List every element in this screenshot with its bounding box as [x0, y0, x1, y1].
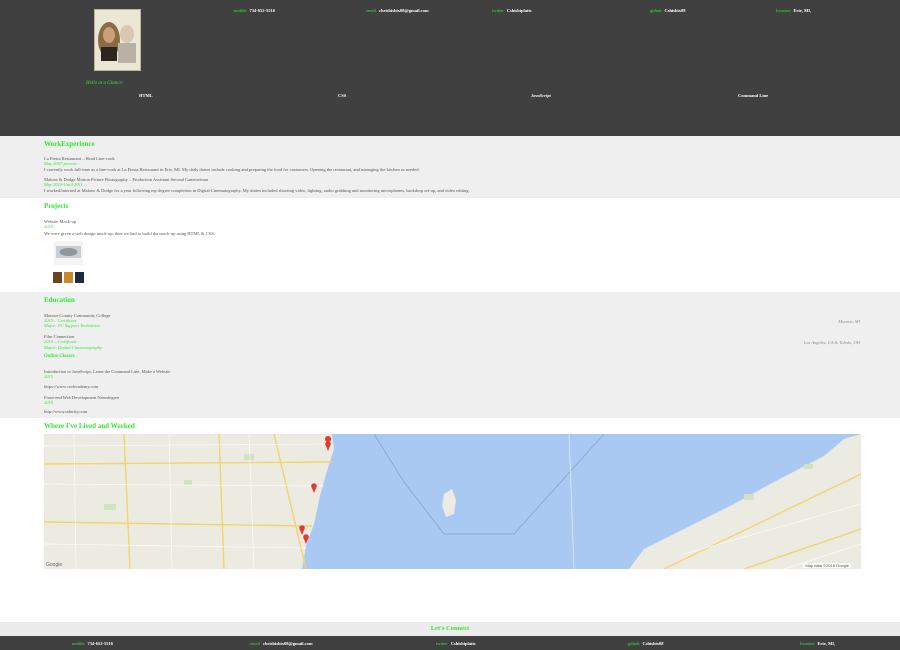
contact-value: Erie, MI,: [817, 641, 836, 646]
map-title: Where I've Lived and Worked: [44, 422, 135, 430]
contact-value: chrisbishix08@gmail.com: [263, 641, 313, 646]
contact-value: Cshisbiplatis: [506, 8, 532, 13]
contact-value: 734-652-5516: [249, 8, 276, 13]
header-contact-email[interactable]: email chrisbishix08@gmail.com: [366, 8, 429, 13]
work-title: WorkExperience: [44, 140, 95, 148]
skill-html: HTML: [139, 93, 153, 98]
contact-label: email: [366, 8, 376, 13]
contact-label: location: [776, 8, 791, 13]
footer-contact-github[interactable]: github Cshishix08: [628, 641, 664, 646]
footer-contact-twitter[interactable]: twitter Cshisbiplatis: [436, 641, 476, 646]
hello-heading: Hello at a Glance:: [86, 81, 124, 86]
school-major: Major: PC Support Technician: [44, 323, 100, 328]
contact-label: twitter: [436, 641, 448, 646]
school-dates: 2010 – Certificate: [44, 339, 77, 344]
header-contact-github[interactable]: github Cshishix08: [650, 8, 686, 13]
job-description: I currently work full-time as a line-coo…: [44, 167, 420, 172]
projects-title: Projects: [44, 202, 69, 210]
header-contact-location[interactable]: location Erie, MI,: [776, 8, 811, 13]
job-description: I worked/interned at Malone & Dodge for …: [44, 188, 470, 193]
footer: mobile 734-652-5516 email chrisbishix08@gm…: [0, 636, 900, 650]
school-major: Major: Digital Cinematography: [44, 345, 102, 350]
header: mobile 734-652-5516 email chrisbishix08@gm…: [0, 0, 900, 136]
footer-contact-location[interactable]: location Erie, MI,: [800, 641, 835, 646]
footer-title-band: Let's Connect: [0, 622, 900, 636]
contact-label: mobile: [72, 641, 85, 646]
map-attribution-logo: Google: [46, 562, 63, 568]
project-thumbnail[interactable]: [53, 241, 84, 283]
contact-label: location: [800, 641, 815, 646]
contact-label: github: [628, 641, 640, 646]
contact-value: chrisbishix08@gmail.com: [379, 8, 429, 13]
project-year: 2015: [44, 224, 53, 229]
contact-label: email: [250, 641, 260, 646]
skill-command-line: Command Line: [738, 93, 769, 98]
online-class-name: Front-end Web Development Nanodegree: [44, 395, 120, 400]
footer-contact-email[interactable]: email chrisbishix08@gmail.com: [250, 641, 313, 646]
contact-value: Erie, MI,: [793, 8, 812, 13]
profile-photo: [94, 9, 141, 71]
header-contact-twitter[interactable]: twitter Cshisbiplatis: [492, 8, 532, 13]
online-class-url[interactable]: http://www.udacity.com: [44, 409, 87, 414]
online-classes-title: Online Classes: [44, 354, 75, 359]
school-location: Monroe, MI: [838, 319, 860, 324]
map-attribution: Map data ©2016 Google: [803, 563, 851, 568]
contact-value: 734-652-5516: [87, 641, 114, 646]
skill-javascript: JavaScript: [531, 93, 551, 98]
contact-label: twitter: [492, 8, 504, 13]
contact-value: Cshishix08: [642, 641, 664, 646]
footer-contact-mobile[interactable]: mobile 734-652-5516: [72, 641, 113, 646]
online-class-year: 2015: [44, 400, 53, 405]
online-class-url[interactable]: https://www.codecademy.com: [44, 384, 98, 389]
google-map[interactable]: Google Map data ©2016 Google: [44, 434, 861, 569]
contact-label: github: [650, 8, 662, 13]
contact-value: Cshisbiplatis: [450, 641, 476, 646]
projects-section: Projects Website Mock-up 2015 We were gi…: [0, 198, 900, 292]
online-class-year: 2015: [44, 374, 53, 379]
contact-value: Cshishix08: [664, 8, 686, 13]
header-contact-mobile[interactable]: mobile 734-652-5516: [234, 8, 275, 13]
project-description: We were given a web design mock-up, then…: [44, 231, 215, 236]
job-dates: May 2010-Until 2011: [44, 182, 83, 187]
education-title: Education: [44, 296, 75, 304]
work-section: WorkExperience La Fiesta Restaurant – He…: [0, 136, 900, 198]
lets-connect-title: Let's Connect: [430, 625, 470, 632]
school-location: Los Angeles, CA & Toledo, OH: [803, 340, 860, 345]
online-class-name: Introduction to JavaScript, Learn the Co…: [44, 369, 171, 374]
education-section: Education Monroe County Community Colleg…: [0, 292, 900, 418]
contact-label: mobile: [234, 8, 247, 13]
job-dates: May 2007-present: [44, 161, 77, 166]
skill-css: CSS: [338, 93, 347, 98]
